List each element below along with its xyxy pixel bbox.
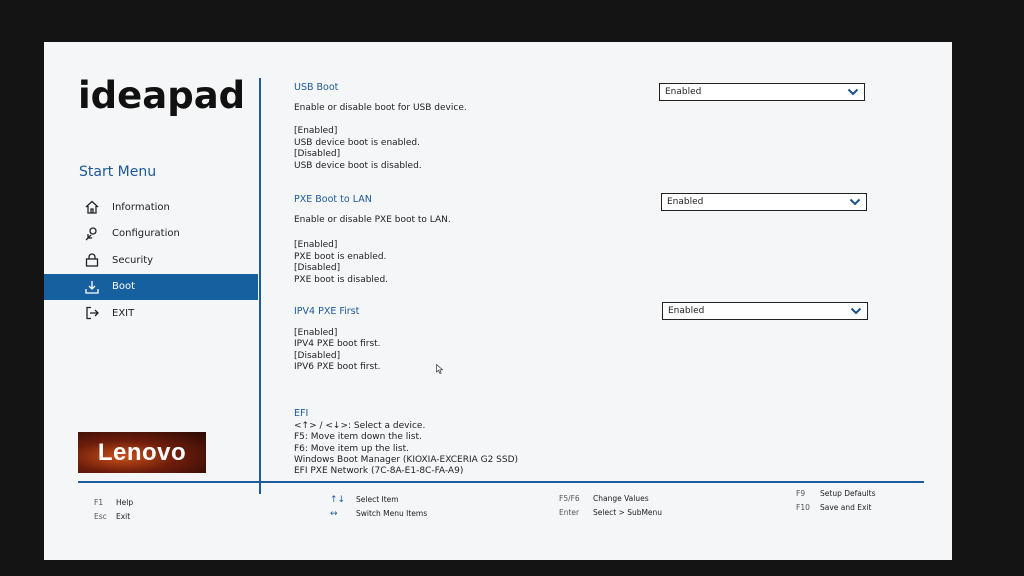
lenovo-logo: Lenovo <box>78 432 206 473</box>
f1-key: F1 <box>94 498 104 507</box>
help-line: USB device boot is enabled. <box>294 137 421 148</box>
dropdown-value: Enabled <box>665 87 702 97</box>
change-values-label: Change Values <box>593 494 649 503</box>
boot-device-item[interactable]: Windows Boot Manager (KIOXIA-EXCERIA G2 … <box>294 455 518 466</box>
menu-item-configuration[interactable]: Configuration <box>44 221 258 248</box>
help-line: USB device boot is disabled. <box>294 160 422 171</box>
dropdown-value: Enabled <box>668 306 705 316</box>
ipv4-pxe-setting: IPV4 PXE First [Enabled] IPV4 PXE boot f… <box>294 306 381 374</box>
usb-boot-dropdown[interactable]: Enabled <box>659 83 865 101</box>
menu-item-label: Boot <box>112 281 136 293</box>
ipv4-pxe-dropdown[interactable]: Enabled <box>662 302 868 320</box>
boot-device-item[interactable]: EFI PXE Network (7C-8A-E1-8C-FA-A9) <box>294 466 518 477</box>
lock-icon <box>84 252 100 268</box>
footer-help-group: F1 Help Esc Exit <box>94 496 133 524</box>
footer-navigation-group: ↑↓ Select Item ↔ Switch Menu Items <box>330 493 427 521</box>
boot-icon <box>84 279 100 295</box>
menu-item-information[interactable]: Information <box>44 194 258 221</box>
select-submenu-label: Select > SubMenu <box>593 508 663 517</box>
f1-label: Help <box>116 498 134 507</box>
select-item-label: Select Item <box>356 495 399 504</box>
help-line: [Enabled] <box>294 327 338 338</box>
help-line: IPV6 PXE boot first. <box>294 362 381 372</box>
usb-boot-setting: USB Boot Enable or disable boot for USB … <box>294 82 467 172</box>
home-icon <box>84 199 100 215</box>
ipv4-pxe-title: IPV4 PXE First <box>294 306 360 317</box>
enter-key: Enter <box>559 508 580 517</box>
help-line: IPV4 PXE boot first. <box>294 339 381 349</box>
chevron-down-icon <box>849 198 861 206</box>
efi-boot-list: EFI <↑> / <↓>: Select a device. F5: Move… <box>294 408 518 477</box>
switch-menu-label: Switch Menu Items <box>356 509 428 518</box>
help-line: [Disabled] <box>294 263 341 273</box>
arrow-left-right-icon: ↔ <box>330 509 338 519</box>
chevron-down-icon <box>847 88 859 96</box>
start-menu-title: Start Menu <box>79 164 157 180</box>
esc-key: Esc <box>94 512 107 521</box>
pxe-boot-title: PXE Boot to LAN <box>294 194 372 205</box>
footer-values-group: F5/F6 Change Values Enter Select > SubMenu <box>559 492 662 520</box>
efi-help-line: <↑> / <↓>: Select a device. <box>294 421 426 432</box>
mouse-cursor-icon <box>436 364 444 374</box>
usb-boot-description: Enable or disable boot for USB device. <box>294 102 467 113</box>
help-line: PXE boot is enabled. <box>294 251 387 262</box>
efi-help-line: F5: Move item down the list. <box>294 432 422 443</box>
save-exit-label: Save and Exit <box>820 503 872 512</box>
configuration-icon <box>84 226 100 242</box>
help-line: [Disabled] <box>294 350 341 361</box>
vertical-divider <box>259 78 261 494</box>
menu-item-security[interactable]: Security <box>44 247 258 274</box>
pxe-boot-setting: PXE Boot to LAN Enable or disable PXE bo… <box>294 194 451 286</box>
esc-label: Exit <box>116 512 131 521</box>
help-line: [Disabled] <box>294 149 341 159</box>
menu-item-label: Security <box>112 254 154 266</box>
efi-help-line: F6: Move item up the list. <box>294 443 409 454</box>
menu-item-boot[interactable]: Boot <box>44 273 258 300</box>
footer-divider <box>78 481 924 483</box>
pxe-boot-description: Enable or disable PXE boot to LAN. <box>294 214 451 225</box>
bios-screen: ideapad Start Menu Information Configura… <box>44 42 952 560</box>
setup-defaults-label: Setup Defaults <box>820 489 876 498</box>
help-line: [Enabled] <box>294 126 338 136</box>
menu-item-label: Information <box>112 201 170 213</box>
menu-item-label: Configuration <box>112 228 180 240</box>
ideapad-logo: ideapad <box>78 74 246 117</box>
menu-item-label: EXIT <box>112 307 135 319</box>
start-menu: Information Configuration Security Boot … <box>44 194 258 327</box>
f9-key: F9 <box>796 489 806 498</box>
help-line: PXE boot is disabled. <box>294 274 389 285</box>
footer-defaults-group: F9 Setup Defaults F10 Save and Exit <box>796 487 876 515</box>
chevron-down-icon <box>850 307 862 315</box>
f10-key: F10 <box>796 503 810 512</box>
help-line: [Enabled] <box>294 240 338 250</box>
usb-boot-title: USB Boot <box>294 82 339 93</box>
efi-title: EFI <box>294 408 309 419</box>
menu-item-exit[interactable]: EXIT <box>44 300 258 327</box>
exit-icon <box>84 305 100 321</box>
dropdown-value: Enabled <box>667 197 704 207</box>
pxe-boot-dropdown[interactable]: Enabled <box>661 193 867 211</box>
arrow-up-down-icon: ↑↓ <box>330 495 346 505</box>
f5f6-key: F5/F6 <box>559 494 580 503</box>
